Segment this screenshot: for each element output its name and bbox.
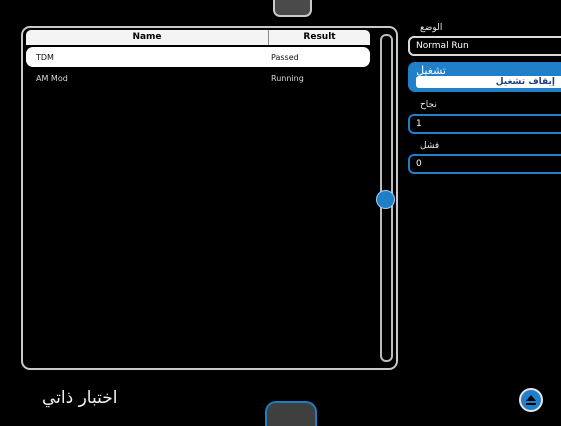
row-result: Passed xyxy=(271,52,299,62)
mode-field[interactable]: Normal Run xyxy=(408,36,561,56)
bottom-tab-handle[interactable] xyxy=(265,401,317,426)
scrollbar-thumb[interactable] xyxy=(376,190,395,209)
underline-bar xyxy=(526,403,536,405)
top-tab-handle[interactable] xyxy=(273,0,312,17)
pass-label: نجاح xyxy=(420,100,437,110)
table-row[interactable]: TDM Passed xyxy=(26,47,370,67)
stop-run-button[interactable]: إيقاف تشغيل xyxy=(416,76,561,88)
column-header-name[interactable]: Name xyxy=(26,30,269,45)
results-panel: Name Result TDM Passed AM Mod Running xyxy=(21,26,398,370)
mode-label: الوضع xyxy=(420,23,443,33)
column-header-result[interactable]: Result xyxy=(269,30,370,45)
run-button[interactable]: تشغيل إيقاف تشغيل xyxy=(408,62,561,92)
table-header: Name Result xyxy=(26,30,370,45)
page-title: اختبار ذاتي xyxy=(42,388,118,408)
eject-up-icon[interactable] xyxy=(519,388,543,412)
table-row[interactable]: AM Mod Running xyxy=(26,68,370,88)
triangle-up-icon xyxy=(526,395,536,401)
pass-count-field[interactable]: 1 xyxy=(408,114,561,134)
self-test-screen: Name Result TDM Passed AM Mod Running ال… xyxy=(0,0,561,426)
fail-label: فشل xyxy=(420,141,440,151)
row-name: TDM xyxy=(36,52,54,62)
row-result: Running xyxy=(271,73,304,83)
row-name: AM Mod xyxy=(36,73,68,83)
fail-count-field[interactable]: 0 xyxy=(408,154,561,174)
